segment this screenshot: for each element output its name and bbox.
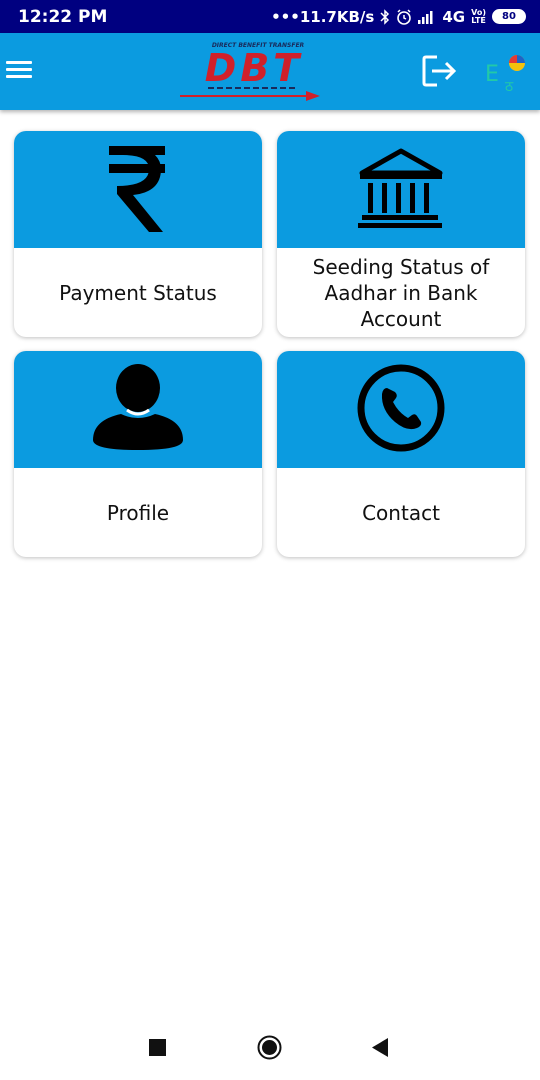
app-bar: DIRECT BENEFIT TRANSFER DBT E ठ	[0, 33, 540, 110]
card-label: Payment Status	[59, 280, 217, 305]
back-icon[interactable]	[370, 1037, 390, 1058]
signal-icon	[418, 10, 436, 24]
profile-card[interactable]: Profile	[14, 351, 262, 557]
alarm-icon	[396, 8, 412, 25]
phone-icon	[355, 362, 447, 458]
volte-indicator: Vo) LTE	[471, 7, 486, 25]
status-bar: 12:22 PM ••• 11.7KB/s 4G Vo) LTE 80	[0, 0, 540, 33]
logout-icon[interactable]	[421, 53, 459, 89]
card-icon-area	[277, 351, 525, 468]
system-nav-bar	[0, 1015, 540, 1080]
language-switch-icon[interactable]: E ठ	[483, 51, 529, 95]
network-type: 4G	[442, 7, 466, 26]
recent-apps-icon[interactable]	[149, 1039, 166, 1056]
contact-card[interactable]: Contact	[277, 351, 525, 557]
card-label: Profile	[106, 500, 170, 525]
logo-text: DBT	[205, 46, 303, 90]
dbt-logo: DIRECT BENEFIT TRANSFER DBT	[178, 39, 330, 103]
card-icon-area	[277, 131, 525, 248]
battery-indicator: 80	[492, 9, 526, 24]
hamburger-menu-icon[interactable]	[6, 57, 34, 85]
user-icon	[91, 362, 185, 458]
status-dots: •••	[271, 7, 300, 26]
card-label: Contact	[362, 500, 440, 525]
home-icon[interactable]	[257, 1035, 282, 1060]
rupee-icon	[103, 142, 173, 238]
bank-icon	[358, 147, 444, 233]
svg-text:ठ: ठ	[505, 79, 514, 93]
status-time: 12:22 PM	[18, 6, 108, 27]
payment-status-card[interactable]: Payment Status	[14, 131, 262, 337]
seeding-status-card[interactable]: Seeding Status of Aadhar in Bank Account	[277, 131, 525, 337]
card-label: Seeding Status of Aadhar in Bank Account	[312, 254, 490, 331]
network-speed: 11.7KB/s	[299, 7, 375, 26]
card-icon-area	[14, 351, 262, 468]
card-icon-area	[14, 131, 262, 248]
status-indicators: ••• 11.7KB/s 4G Vo) LTE 80	[271, 8, 526, 26]
svg-text:E: E	[485, 62, 499, 87]
bluetooth-icon	[380, 8, 390, 25]
